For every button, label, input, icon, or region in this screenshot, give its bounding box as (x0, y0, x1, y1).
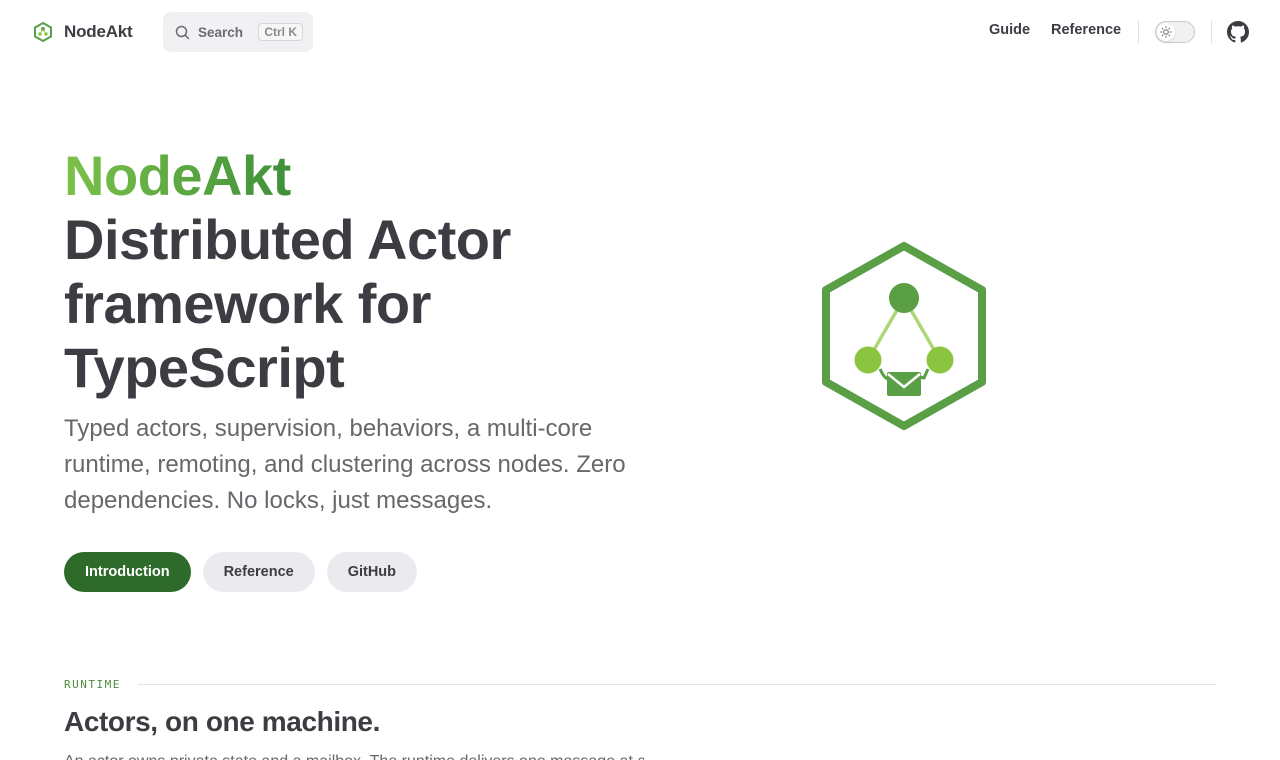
nav-divider (1138, 20, 1139, 44)
section-divider (138, 684, 1216, 685)
shortcut-modifier: Ctrl (264, 25, 285, 39)
nav-divider (1211, 20, 1212, 44)
github-icon[interactable] (1227, 21, 1249, 43)
search-icon (175, 25, 190, 40)
top-nav: NodeAkt Search Ctrl K Guide Reference (0, 0, 1280, 64)
hero-headline: Distributed Actor framework for TypeScri… (64, 208, 511, 399)
theme-toggle[interactable] (1155, 21, 1195, 43)
section-description: An actor owns private state and a mailbo… (64, 750, 644, 760)
actor-network-hexagon-icon (812, 238, 996, 434)
hero-actions: Introduction Reference GitHub (64, 552, 418, 592)
section-title: Actors, on one machine. (64, 706, 380, 737)
sun-icon (1157, 23, 1175, 41)
reference-button[interactable]: Reference (202, 552, 315, 592)
brand-name: NodeAkt (64, 22, 133, 41)
github-button[interactable]: GitHub (326, 552, 418, 592)
hero-name: NodeAkt (64, 144, 291, 207)
section-eyebrow: RUNTIME (64, 678, 121, 691)
hexagon-logo-icon (32, 21, 54, 43)
introduction-button[interactable]: Introduction (64, 552, 191, 592)
brand-link[interactable]: NodeAkt (32, 18, 133, 46)
search-button[interactable]: Search Ctrl K (163, 12, 313, 52)
shortcut-key: K (288, 25, 297, 39)
search-shortcut: Ctrl K (258, 23, 303, 41)
nav-link-guide[interactable]: Guide (989, 22, 1030, 38)
hero-tagline: Typed actors, supervision, behaviors, a … (64, 415, 626, 514)
nav-link-reference[interactable]: Reference (1051, 22, 1121, 38)
search-label: Search (198, 24, 244, 40)
